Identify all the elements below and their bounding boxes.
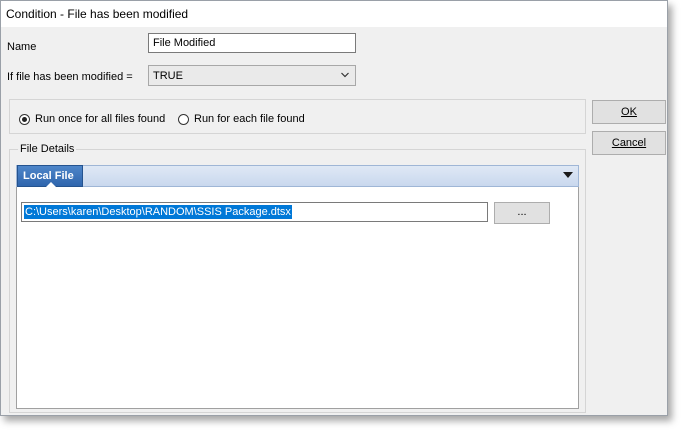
run-options-group: Run once for all files found Run for eac… bbox=[9, 99, 586, 134]
window-title: Condition - File has been modified bbox=[6, 7, 189, 21]
name-label: Name bbox=[7, 41, 37, 53]
browse-button-label: ... bbox=[517, 206, 527, 218]
cancel-button-label: Cancel bbox=[611, 137, 647, 149]
run-each-label: Run for each file found bbox=[194, 113, 305, 125]
browse-button[interactable]: ... bbox=[494, 202, 550, 224]
ok-button-label: OK bbox=[621, 106, 637, 118]
tab-local-file-label: Local File bbox=[23, 170, 74, 182]
modified-select-value: TRUE bbox=[153, 70, 183, 82]
title-bar: Condition - File has been modified bbox=[1, 1, 667, 27]
run-once-label: Run once for all files found bbox=[35, 113, 166, 125]
condition-dialog: Condition - File has been modified Name … bbox=[0, 0, 668, 416]
file-source-tabstrip: Local File bbox=[16, 165, 579, 187]
dropdown-triangle-icon[interactable] bbox=[563, 172, 573, 178]
local-file-panel: C:\Users\karen\Desktop\RANDOM\SSIS Packa… bbox=[16, 187, 579, 409]
ok-button[interactable]: OK bbox=[592, 100, 666, 124]
radio-checked-icon bbox=[19, 113, 30, 125]
name-input[interactable] bbox=[148, 33, 356, 53]
modified-label: If file has been modified = bbox=[7, 71, 133, 83]
file-details-label: File Details bbox=[18, 143, 77, 155]
run-each-radio[interactable]: Run for each file found bbox=[178, 113, 305, 125]
radio-unchecked-icon bbox=[178, 113, 189, 125]
cancel-button[interactable]: Cancel bbox=[592, 131, 666, 155]
file-path-value: C:\Users\karen\Desktop\RANDOM\SSIS Packa… bbox=[24, 205, 292, 219]
tab-local-file[interactable]: Local File bbox=[17, 165, 83, 187]
chevron-down-icon bbox=[341, 72, 349, 78]
run-once-radio[interactable]: Run once for all files found bbox=[19, 113, 165, 125]
file-path-input[interactable]: C:\Users\karen\Desktop\RANDOM\SSIS Packa… bbox=[21, 202, 488, 222]
modified-select[interactable]: TRUE bbox=[148, 65, 356, 86]
